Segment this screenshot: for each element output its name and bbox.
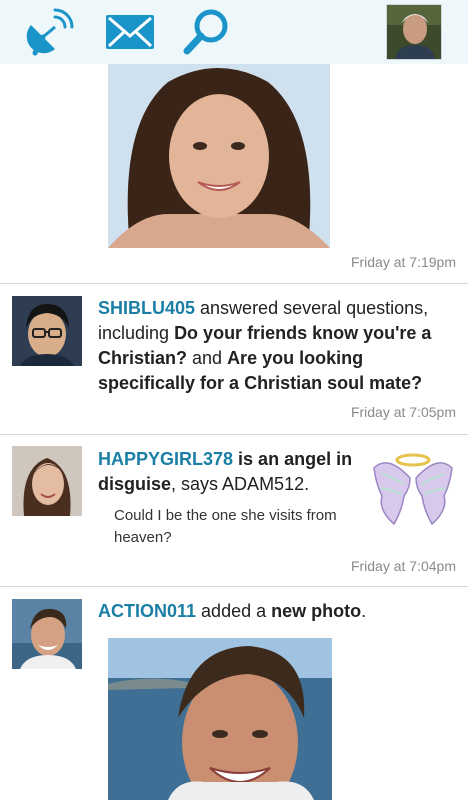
post-photo[interactable]	[108, 638, 332, 800]
post-photo[interactable]	[108, 64, 330, 248]
avatar[interactable]	[12, 446, 82, 516]
post-text: ACTION011 added a new photo.	[98, 601, 367, 621]
post-timestamp: Friday at 7:05pm	[350, 404, 456, 420]
satellite-dish-icon[interactable]	[24, 6, 76, 58]
username-link[interactable]: ACTION011	[98, 601, 196, 621]
divider	[0, 434, 468, 435]
post-quote: Could I be the one she visits from heave…	[114, 507, 337, 546]
username-link[interactable]: SHIBLU405	[98, 298, 195, 318]
mail-icon[interactable]	[104, 6, 156, 58]
avatar[interactable]	[12, 296, 82, 366]
current-user-avatar[interactable]	[386, 4, 442, 60]
angel-wings-icon	[368, 444, 458, 534]
activity-feed: Friday at 7:19pm SHIBLU405 answered seve…	[0, 64, 468, 800]
post-timestamp: Friday at 7:04pm	[350, 558, 456, 574]
post-timestamp: Friday at 7:19pm	[350, 254, 456, 270]
top-bar	[0, 0, 468, 64]
divider	[0, 586, 468, 587]
search-icon[interactable]	[180, 6, 232, 58]
divider	[0, 283, 468, 284]
avatar[interactable]	[12, 599, 82, 669]
username-link[interactable]: HAPPYGIRL378	[98, 449, 233, 469]
post-text: HAPPYGIRL378 is an angel in disguise, sa…	[98, 449, 353, 494]
post-text: SHIBLU405 answered several questions, in…	[98, 298, 432, 393]
